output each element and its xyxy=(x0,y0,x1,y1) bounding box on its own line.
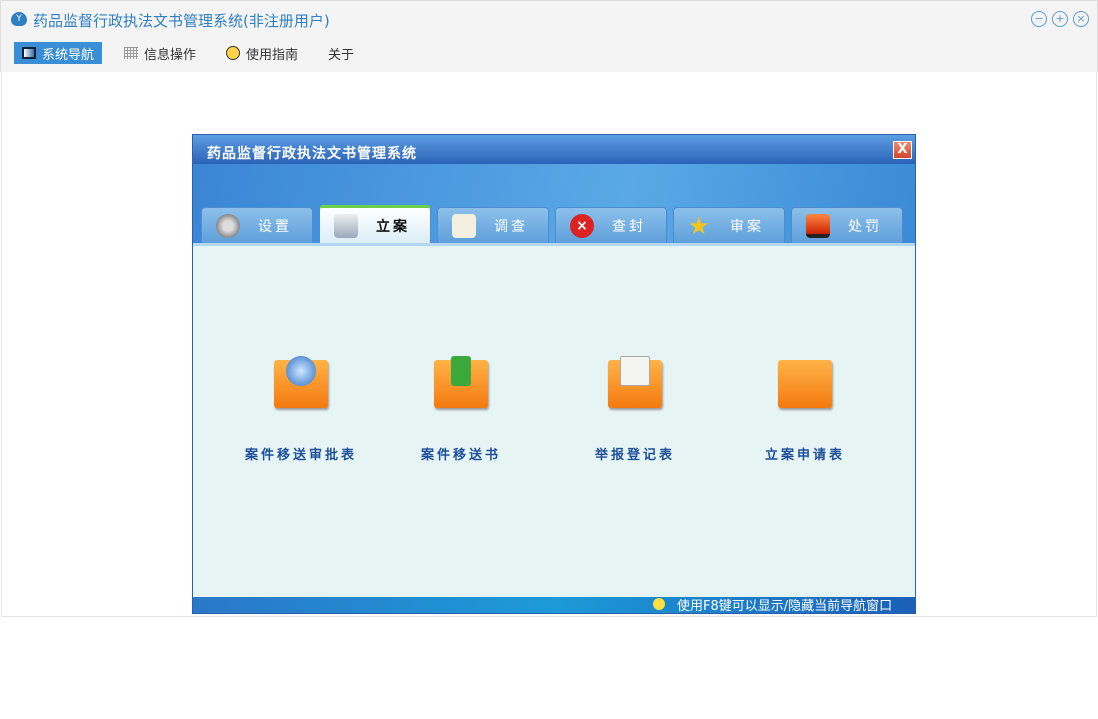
tab-filing[interactable]: 立案 xyxy=(319,205,431,243)
monitor-icon xyxy=(334,213,358,238)
app-logo-icon: Y xyxy=(11,12,27,26)
tab-penalty[interactable]: 处罚 xyxy=(791,207,903,243)
maximize-icon[interactable]: + xyxy=(1052,11,1068,27)
window-close-button[interactable]: X xyxy=(893,141,912,159)
book-icon xyxy=(452,213,476,238)
folder-globe-icon xyxy=(274,356,328,408)
folder-icon xyxy=(778,360,832,408)
status-bar: 使用F8键可以显示/隐藏当前导航窗口 xyxy=(193,597,915,613)
tab-bar: 设置 立案 调查 × 查封 ★ 审案 处罚 xyxy=(193,164,915,246)
lightbulb-icon xyxy=(653,598,665,610)
item-filing-application[interactable]: 立案申请表 xyxy=(735,360,875,463)
tab-settings[interactable]: 设置 xyxy=(201,207,313,243)
menu-system-nav[interactable]: 系统导航 xyxy=(14,42,103,64)
tab-investigate[interactable]: 调查 xyxy=(437,207,549,243)
help-icon xyxy=(226,46,240,60)
folder-download-icon xyxy=(434,356,488,408)
display-icon xyxy=(806,213,830,238)
tab-review[interactable]: ★ 审案 xyxy=(673,207,785,243)
x-circle-icon: × xyxy=(570,213,594,238)
menu-guide[interactable]: 使用指南 xyxy=(218,42,306,64)
close-icon[interactable]: × xyxy=(1073,11,1089,27)
folder-document-icon xyxy=(608,356,662,408)
title-bar: Y 药品监督行政执法文书管理系统(非注册用户) − + × xyxy=(0,0,1098,38)
window-title: 药品监督行政执法文书管理系统 xyxy=(193,135,915,164)
minimize-icon[interactable]: − xyxy=(1031,11,1047,27)
menu-info-ops[interactable]: 信息操作 xyxy=(116,42,204,64)
gear-icon xyxy=(216,213,240,238)
item-case-transfer-letter[interactable]: 案件移送书 xyxy=(391,356,531,463)
star-icon: ★ xyxy=(688,211,710,240)
monitor-icon xyxy=(22,47,36,59)
app-title: 药品监督行政执法文书管理系统(非注册用户) xyxy=(33,12,330,30)
item-report-register[interactable]: 举报登记表 xyxy=(565,356,705,463)
grid-icon xyxy=(124,47,138,59)
nav-window: 药品监督行政执法文书管理系统 X 设置 立案 调查 × 查封 ★ 审案 处罚 案件移… xyxy=(192,134,916,614)
menu-bar: 系统导航 信息操作 使用指南 关于 xyxy=(0,38,1098,72)
tab-seal[interactable]: × 查封 xyxy=(555,207,667,243)
menu-about[interactable]: 关于 xyxy=(320,42,362,64)
item-case-transfer-approval[interactable]: 案件移送审批表 xyxy=(231,356,371,463)
